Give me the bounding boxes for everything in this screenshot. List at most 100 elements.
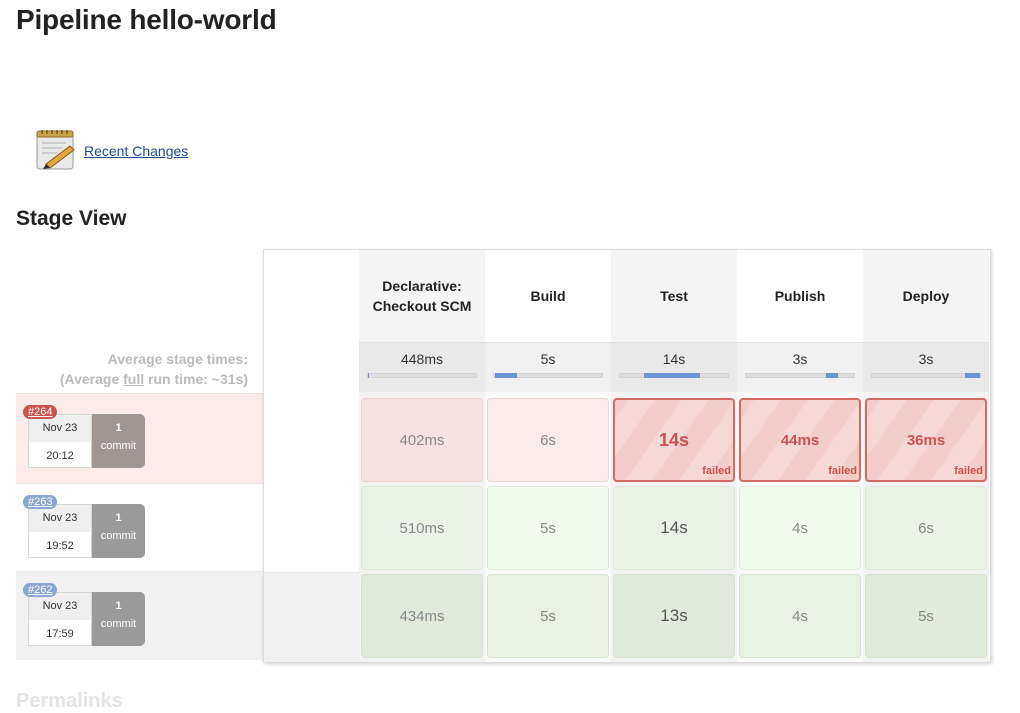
stage-average: 3s (737, 342, 863, 392)
stage-cell[interactable]: 13s (613, 574, 735, 658)
commit-label: commit (100, 440, 137, 452)
stage-header[interactable]: Deploy (863, 250, 989, 342)
stage-column-test: Test 14s 14s failed 14s 13s (611, 250, 737, 662)
stage-average: 448ms (359, 342, 485, 392)
average-label-line1: Average stage times: (107, 351, 248, 367)
stage-cell-time: 434ms (399, 607, 445, 625)
stage-cell[interactable]: 5s (487, 486, 609, 570)
stage-average-time: 14s (662, 351, 686, 367)
run-row: #264 Nov 23 20:12 1 commit (16, 393, 264, 483)
blank-column (264, 250, 359, 572)
recent-changes[interactable]: Recent Changes (34, 128, 188, 172)
stage-view-title: Stage View (16, 207, 127, 230)
stage-cell-time: 4s (792, 519, 808, 537)
commit-count-button[interactable]: 1 commit (92, 504, 145, 558)
stage-average-bar (871, 373, 981, 378)
stage-cell-time: 5s (540, 607, 556, 625)
stage-average: 3s (863, 342, 989, 392)
run-date: Nov 23 (29, 505, 91, 532)
stage-header[interactable]: Test (611, 250, 737, 342)
recent-changes-link[interactable]: Recent Changes (84, 143, 188, 159)
stage-column-build: Build 5s 6s 5s 5s (485, 250, 611, 662)
stage-cell-failed[interactable]: 14s failed (613, 398, 735, 482)
stage-cell-time: 5s (918, 607, 934, 625)
run-date: Nov 23 (29, 593, 91, 620)
average-label-suffix: run time: ~31s) (144, 371, 248, 387)
stage-average-bar (493, 373, 603, 378)
notepad-pencil-icon (34, 128, 78, 172)
commit-label: commit (100, 530, 137, 542)
stage-cell[interactable]: 434ms (361, 574, 483, 658)
stage-cell-failed[interactable]: 44ms failed (739, 398, 861, 482)
average-label-prefix: (Average (59, 371, 124, 387)
stage-cell-time: 402ms (399, 431, 445, 449)
stage-average-time: 448ms (400, 351, 444, 367)
stage-view-table: Declarative: Checkout SCM 448ms 402ms 51… (263, 249, 991, 662)
run-number-badge[interactable]: #262 (23, 583, 58, 597)
stage-column-checkout: Declarative: Checkout SCM 448ms 402ms 51… (359, 250, 485, 662)
run-time: 17:59 (46, 628, 74, 640)
stage-cell[interactable]: 14s (613, 486, 735, 570)
stage-cell-time: 510ms (399, 519, 445, 537)
stage-cell[interactable]: 5s (865, 574, 987, 658)
stage-header[interactable]: Publish (737, 250, 863, 342)
blank-column-bottom (264, 572, 359, 662)
commit-count-button[interactable]: 1 commit (92, 414, 145, 468)
commit-count: 1 (115, 600, 122, 612)
failed-label: failed (954, 465, 983, 477)
stage-average-time: 3s (918, 351, 934, 367)
run-time: 19:52 (46, 540, 74, 552)
commit-count: 1 (115, 512, 122, 524)
stage-cell-time: 13s (660, 606, 688, 625)
stage-cell[interactable]: 4s (739, 486, 861, 570)
stage-cell[interactable]: 402ms (361, 398, 483, 482)
full-run-time-link[interactable]: full (123, 371, 144, 387)
stage-average-bar (367, 373, 477, 378)
stage-cell-time: 14s (658, 429, 690, 450)
stage-cell[interactable]: 5s (487, 574, 609, 658)
run-number-badge[interactable]: #264 (23, 405, 58, 419)
run-date-box: Nov 23 17:59 (28, 592, 92, 646)
stage-average-bar-fill (643, 373, 700, 378)
stage-average: 14s (611, 342, 737, 392)
stage-average-bar-fill (964, 373, 980, 378)
stage-cell[interactable]: 4s (739, 574, 861, 658)
stage-cell-time: 4s (792, 607, 808, 625)
stage-cell-time: 6s (540, 431, 556, 449)
stage-header[interactable]: Build (485, 250, 611, 342)
stage-column-deploy: Deploy 3s 36ms failed 6s 5s (863, 250, 989, 662)
failed-label: failed (828, 465, 857, 477)
stage-cell[interactable]: 6s (865, 486, 987, 570)
run-date-box: Nov 23 20:12 (28, 414, 92, 468)
commit-count: 1 (115, 422, 122, 434)
run-row: #262 Nov 23 17:59 1 commit (16, 571, 264, 660)
stage-cell[interactable]: 510ms (361, 486, 483, 570)
stage-cell-time: 14s (660, 518, 688, 537)
stage-cell-failed[interactable]: 36ms failed (865, 398, 987, 482)
failed-label: failed (702, 465, 731, 477)
stage-header[interactable]: Declarative: Checkout SCM (359, 250, 485, 342)
stage-average-bar (619, 373, 729, 378)
stage-cell-time: 6s (918, 519, 934, 537)
run-row: #263 Nov 23 19:52 1 commit (16, 483, 264, 571)
run-date: Nov 23 (29, 415, 91, 442)
run-date-box: Nov 23 19:52 (28, 504, 92, 558)
commit-count-button[interactable]: 1 commit (92, 592, 145, 646)
stage-average: 5s (485, 342, 611, 392)
stage-average-bar-fill (495, 373, 517, 378)
stage-average-bar (745, 373, 855, 378)
commit-label: commit (100, 618, 137, 630)
stage-average-time: 3s (792, 351, 808, 367)
permalinks-title: Permalinks (16, 690, 123, 712)
stage-average-time: 5s (540, 351, 556, 367)
average-stage-times-label: Average stage times: (Average full run t… (16, 349, 248, 389)
run-number-badge[interactable]: #263 (23, 495, 58, 509)
stage-cell[interactable]: 6s (487, 398, 609, 482)
stage-cell-time: 5s (540, 519, 556, 537)
stage-average-bar-fill (825, 373, 838, 378)
stage-cell-time: 36ms (906, 431, 946, 449)
stage-cell-time: 44ms (780, 431, 820, 449)
stage-average-bar-fill (368, 373, 370, 378)
page-title: Pipeline hello-world (16, 4, 277, 35)
stage-column-publish: Publish 3s 44ms failed 4s 4s (737, 250, 863, 662)
